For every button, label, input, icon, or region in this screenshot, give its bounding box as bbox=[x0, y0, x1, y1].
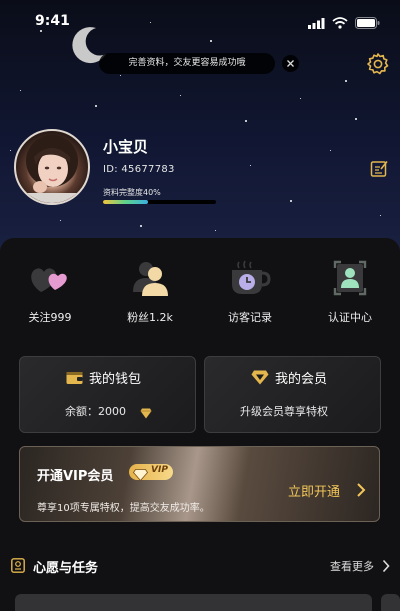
hearts-icon bbox=[15, 257, 85, 299]
profile-completeness-fill bbox=[103, 200, 149, 204]
status-time: 9:41 bbox=[35, 13, 70, 29]
settings-button[interactable] bbox=[366, 52, 390, 80]
signal-icon bbox=[308, 14, 325, 33]
verify-user-icon bbox=[315, 257, 385, 299]
vip-banner[interactable]: 开通VIP会员 VIP 尊享10项专属特权，提高交友成功率。 立即开通 bbox=[19, 446, 380, 522]
quick-action-follow[interactable]: 关注999 bbox=[15, 257, 85, 325]
wallet-card[interactable]: 我的钱包 余额：2000 bbox=[19, 356, 196, 433]
tasks-icon bbox=[11, 558, 25, 577]
membership-subtitle: 升级会员尊享特权 bbox=[240, 405, 328, 418]
membership-card[interactable]: 我的会员 升级会员尊享特权 bbox=[204, 356, 381, 433]
coin-icon bbox=[140, 404, 152, 423]
task-card[interactable] bbox=[381, 594, 400, 611]
chevron-right-icon bbox=[356, 482, 366, 502]
wallet-title: 我的钱包 bbox=[89, 372, 142, 387]
profile-tip[interactable]: 完善资料，交友更容易成功哦 bbox=[99, 53, 275, 74]
profile-completeness-label: 资料完整度40% bbox=[103, 188, 161, 197]
quick-action-verify[interactable]: 认证中心 bbox=[315, 257, 385, 325]
vip-badge-label: VIP bbox=[151, 465, 168, 475]
quick-action-visitors[interactable]: 访客记录 bbox=[215, 257, 285, 325]
wallet-balance: 余额：2000 bbox=[65, 405, 126, 418]
tasks-section-title: 心愿与任务 bbox=[33, 561, 99, 576]
vip-title: 开通VIP会员 bbox=[37, 469, 114, 484]
gear-icon bbox=[367, 53, 389, 75]
close-icon bbox=[282, 57, 299, 76]
task-card[interactable] bbox=[15, 594, 372, 611]
view-more-link[interactable]: 查看更多 bbox=[330, 558, 374, 574]
tip-close-button[interactable] bbox=[282, 55, 299, 72]
wifi-icon bbox=[332, 14, 348, 33]
visitor-cup-icon bbox=[215, 257, 285, 299]
edit-icon bbox=[370, 161, 388, 177]
membership-title: 我的会员 bbox=[275, 372, 328, 387]
quick-action-fans[interactable]: 粉丝1.2k bbox=[115, 257, 185, 325]
vip-badge: VIP bbox=[129, 464, 173, 482]
wallet-icon bbox=[66, 370, 83, 389]
quick-action-label: 认证中心 bbox=[328, 311, 372, 324]
nickname: 小宝贝 bbox=[103, 138, 149, 156]
vip-description: 尊享10项专属特权，提高交友成功率。 bbox=[37, 503, 210, 514]
vip-open-button[interactable]: 立即开通 bbox=[288, 481, 340, 500]
avatar[interactable] bbox=[14, 129, 90, 205]
fans-icon bbox=[115, 257, 185, 299]
quick-action-label: 粉丝1.2k bbox=[127, 311, 173, 324]
chevron-right-icon[interactable] bbox=[382, 558, 390, 577]
profile-completeness-bar bbox=[103, 200, 216, 204]
vip-diamond-icon bbox=[132, 466, 149, 485]
edit-profile-button[interactable] bbox=[370, 159, 389, 182]
quick-action-label: 访客记录 bbox=[228, 311, 272, 324]
diamond-icon bbox=[251, 370, 269, 389]
battery-icon bbox=[355, 14, 380, 33]
user-id: ID: 45677783 bbox=[103, 164, 175, 175]
status-bar: 9:41 bbox=[0, 0, 400, 44]
quick-action-label: 关注999 bbox=[28, 311, 72, 324]
